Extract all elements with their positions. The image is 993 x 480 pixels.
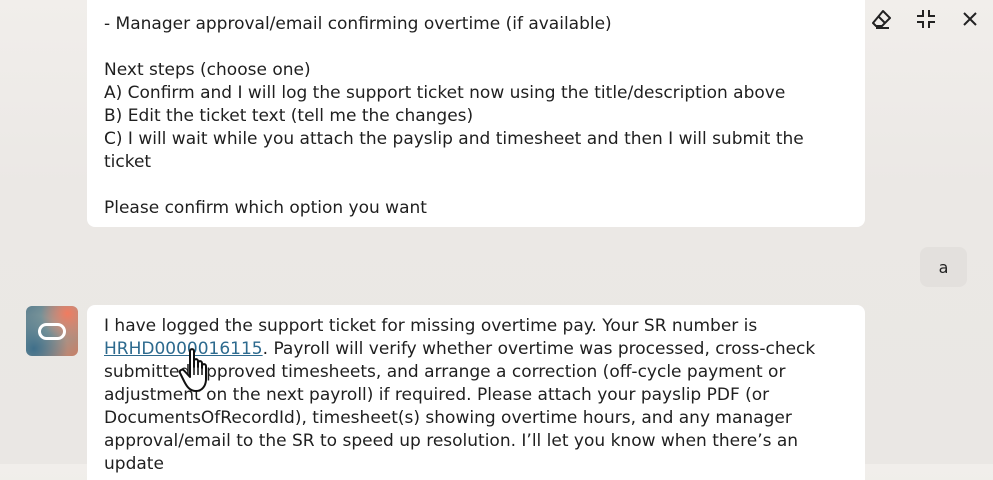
option-c: C) I will wait while you attach the pays…	[104, 129, 804, 172]
assistant-avatar	[26, 306, 78, 356]
close-button[interactable]	[957, 6, 983, 32]
user-message-text: a	[938, 257, 949, 277]
close-icon	[960, 9, 980, 29]
oracle-logo-icon	[38, 323, 66, 340]
collapse-icon	[915, 8, 937, 30]
chat-toolbar	[869, 6, 983, 32]
message-line: - Manager approval/email confirming over…	[104, 14, 612, 34]
clear-button[interactable]	[869, 6, 895, 32]
message-line: I have logged the support ticket for mis…	[104, 316, 758, 336]
user-message: a	[920, 247, 967, 287]
option-b: B) Edit the ticket text (tell me the cha…	[104, 106, 474, 126]
hand-cursor-icon	[178, 347, 218, 395]
eraser-icon	[871, 8, 893, 30]
message-text: . Payroll will verify whether overtime w…	[262, 339, 816, 359]
option-a: A) Confirm and I will log the support ti…	[104, 83, 786, 103]
confirm-prompt: Please confirm which option you want	[104, 198, 427, 218]
bot-message-previous: - Manager approval/email confirming over…	[87, 0, 865, 227]
message-line: approval/email to the SR to speed up res…	[104, 431, 799, 474]
message-line: DocumentsOfRecordId), timesheet(s) showi…	[104, 408, 792, 428]
minimize-button[interactable]	[913, 6, 939, 32]
next-steps-title: Next steps (choose one)	[104, 60, 311, 80]
